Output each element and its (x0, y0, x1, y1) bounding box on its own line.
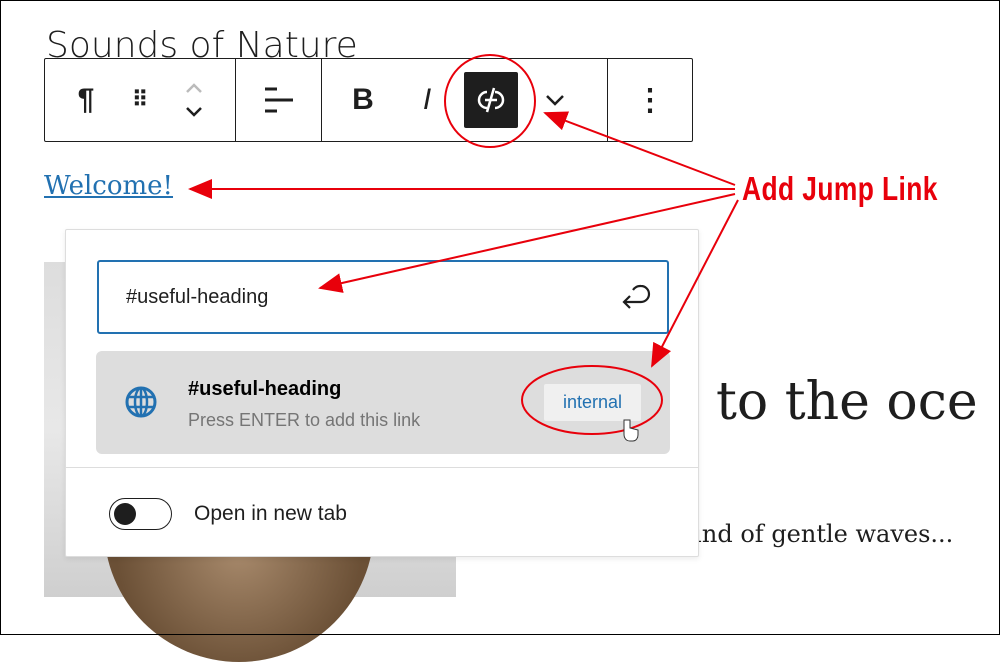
link-url-value: #useful-heading (126, 285, 269, 308)
link-type-badge: internal (544, 384, 641, 421)
globe-icon (124, 385, 158, 424)
block-toolbar: ¶ ⠿ B I ⋮ (44, 58, 693, 142)
submit-enter-icon[interactable] (619, 280, 653, 320)
paragraph-icon[interactable]: ¶ (59, 72, 113, 128)
link-url-input[interactable]: #useful-heading (97, 260, 669, 334)
suggestion-subtitle: Press ENTER to add this link (188, 410, 421, 430)
unlink-button[interactable] (464, 72, 518, 128)
drag-handle-icon[interactable]: ⠿ (113, 72, 167, 128)
post-title[interactable]: Sounds of Nature (46, 24, 358, 58)
move-up-down-icon[interactable] (167, 72, 221, 128)
paragraph-text: ound of gentle waves... (672, 520, 954, 548)
suggestion-title: #useful-heading (188, 378, 342, 400)
welcome-link[interactable]: Welcome! (44, 171, 173, 201)
open-new-tab-label: Open in new tab (194, 502, 347, 525)
align-icon[interactable] (252, 72, 306, 128)
divider (66, 467, 698, 468)
link-popover: #useful-heading #useful-heading Press EN… (65, 229, 699, 557)
options-kebab-icon[interactable]: ⋮ (623, 72, 677, 128)
annotation-label: Add Jump Link (742, 170, 938, 207)
heading-text: to the oce (716, 372, 978, 432)
bold-button[interactable]: B (336, 72, 390, 128)
link-suggestion[interactable]: #useful-heading Press ENTER to add this … (96, 351, 670, 454)
more-rich-text-chevron-icon[interactable] (528, 72, 582, 128)
italic-button[interactable]: I (400, 72, 454, 128)
open-new-tab-toggle[interactable] (109, 498, 172, 530)
